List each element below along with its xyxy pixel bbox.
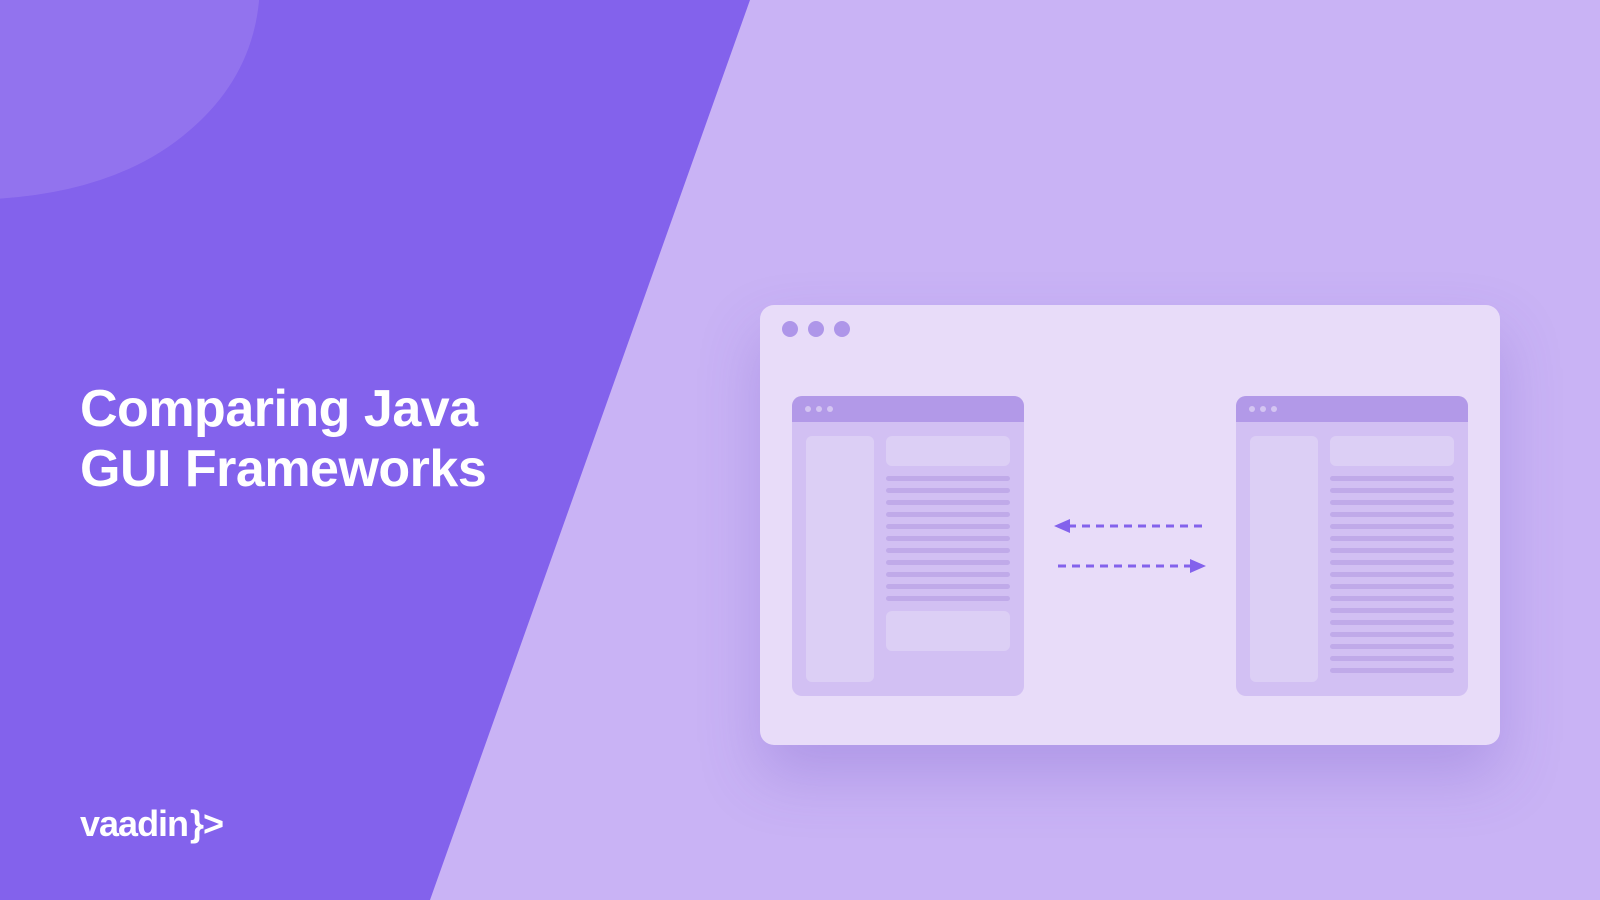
mini-header-block [1330, 436, 1454, 466]
text-line [886, 536, 1010, 541]
text-line [886, 500, 1010, 505]
text-line [1330, 620, 1454, 625]
arrow-left-icon [1050, 516, 1210, 536]
mini-dot-icon [805, 406, 811, 412]
text-line [1330, 608, 1454, 613]
mini-window-left [792, 396, 1024, 696]
mini-window-right [1236, 396, 1468, 696]
text-line [1330, 476, 1454, 481]
mini-sidebar-block [806, 436, 874, 682]
text-line [886, 596, 1010, 601]
text-line [1330, 644, 1454, 649]
vaadin-logo: vaadin}> [80, 803, 223, 845]
text-line [1330, 560, 1454, 565]
page-title: Comparing Java GUI Frameworks [80, 380, 486, 500]
text-line [886, 584, 1010, 589]
mini-titlebar [792, 396, 1024, 422]
text-line [1330, 572, 1454, 577]
text-line [886, 548, 1010, 553]
mini-header-block [886, 436, 1010, 466]
mini-sidebar-block [1250, 436, 1318, 682]
text-line [1330, 668, 1454, 673]
title-line-1: Comparing Java [80, 380, 486, 440]
mini-text-lines [1330, 476, 1454, 682]
illustration-browser-window [760, 305, 1500, 745]
logo-suffix: }> [190, 803, 223, 845]
mini-body [1236, 422, 1468, 696]
decorative-wave-shape [0, 0, 380, 230]
mini-titlebar [1236, 396, 1468, 422]
text-line [1330, 548, 1454, 553]
mini-dot-icon [1271, 406, 1277, 412]
text-line [1330, 512, 1454, 517]
window-control-dot-icon [834, 321, 850, 337]
mini-dot-icon [816, 406, 822, 412]
text-line [886, 560, 1010, 565]
arrow-right-icon [1050, 556, 1210, 576]
mini-content [886, 436, 1010, 682]
text-line [886, 476, 1010, 481]
mini-dot-icon [1260, 406, 1266, 412]
mini-body [792, 422, 1024, 696]
window-control-dot-icon [808, 321, 824, 337]
text-line [1330, 584, 1454, 589]
text-line [886, 488, 1010, 493]
text-line [1330, 656, 1454, 661]
mini-content [1330, 436, 1454, 682]
text-line [1330, 488, 1454, 493]
title-line-2: GUI Frameworks [80, 440, 486, 500]
text-line [1330, 536, 1454, 541]
mini-footer-block [886, 611, 1010, 651]
text-line [1330, 524, 1454, 529]
browser-titlebar [760, 305, 1500, 353]
browser-body [760, 353, 1500, 745]
bidirectional-arrows [1050, 516, 1210, 576]
mini-text-lines [886, 476, 1010, 601]
text-line [886, 572, 1010, 577]
text-line [1330, 632, 1454, 637]
text-line [886, 524, 1010, 529]
mini-dot-icon [827, 406, 833, 412]
text-line [886, 512, 1010, 517]
text-line [1330, 596, 1454, 601]
window-control-dot-icon [782, 321, 798, 337]
mini-dot-icon [1249, 406, 1255, 412]
text-line [1330, 500, 1454, 505]
logo-text: vaadin [80, 803, 188, 845]
